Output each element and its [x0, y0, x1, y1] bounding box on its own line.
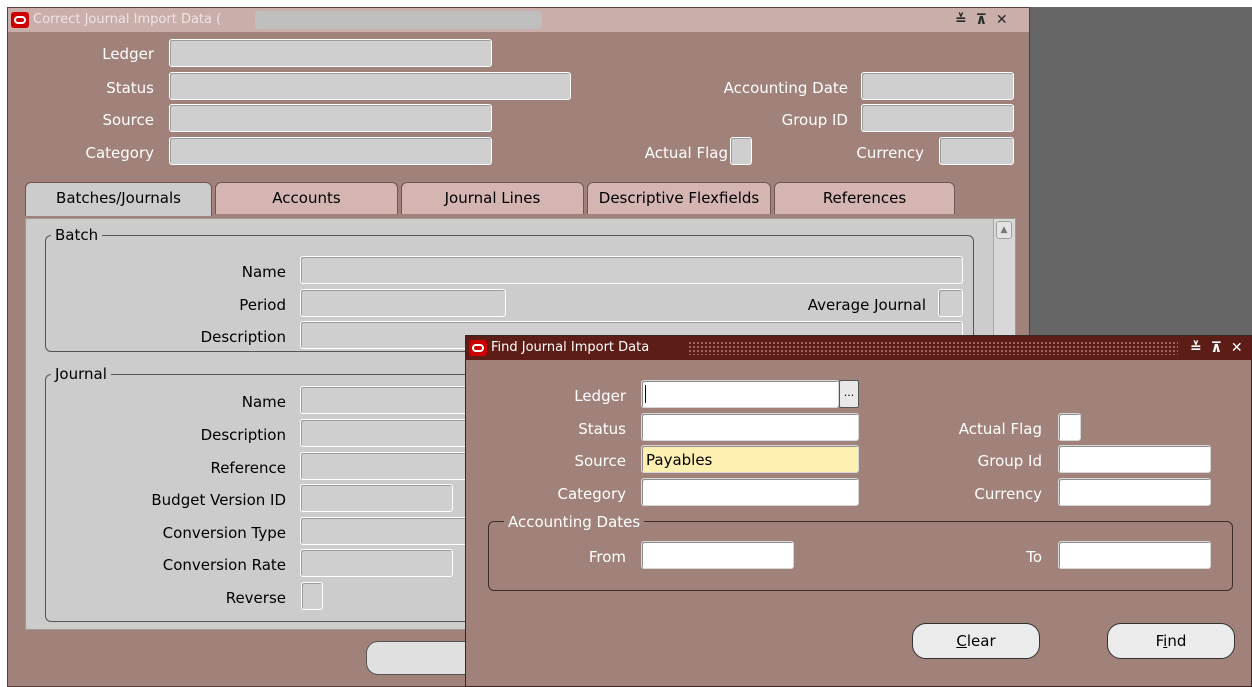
batch-name-label: Name [241, 263, 286, 281]
reverse-label: Reverse [225, 589, 286, 607]
find-ledger-field[interactable] [641, 380, 839, 408]
scroll-up-icon[interactable]: ▲ [996, 221, 1012, 239]
title-grip-pattern [688, 341, 1178, 355]
status-label: Status [106, 79, 154, 97]
find-button[interactable]: Find [1107, 623, 1235, 659]
group-id-label: Group ID [781, 111, 848, 129]
find-status-label: Status [578, 420, 626, 438]
main-window-controls[interactable]: ≚ ⊼ ✕ [955, 8, 1010, 32]
tab-journal-lines[interactable]: Journal Lines [401, 182, 584, 214]
find-currency-label: Currency [974, 485, 1042, 503]
batch-period-field[interactable] [300, 289, 506, 317]
average-journal-checkbox[interactable] [938, 289, 963, 317]
status-field[interactable] [169, 72, 571, 100]
oracle-logo-icon [469, 340, 487, 356]
currency-field[interactable] [939, 137, 1014, 165]
find-status-field[interactable] [641, 413, 859, 441]
batch-group-label: Batch [51, 226, 103, 244]
actual-flag-checkbox[interactable] [730, 137, 752, 165]
source-field[interactable] [169, 104, 492, 132]
find-category-field[interactable] [641, 478, 859, 506]
ledger-lov-button[interactable]: ... [839, 380, 859, 408]
find-source-field[interactable]: Payables [641, 445, 859, 473]
find-actual-flag-checkbox[interactable] [1058, 413, 1081, 441]
clear-button[interactable]: Clear [912, 623, 1040, 659]
category-label: Category [85, 144, 154, 162]
conversion-rate-field[interactable] [300, 549, 453, 577]
journal-reference-label: Reference [210, 459, 286, 477]
to-date-label: To [1026, 548, 1042, 566]
batch-period-label: Period [239, 296, 286, 314]
oracle-logo-icon [11, 12, 29, 28]
find-journal-import-dialog: Find Journal Import Data ≚ ⊼ ✕ Ledger ..… [465, 335, 1252, 687]
find-window-controls[interactable]: ≚ ⊼ ✕ [1190, 336, 1245, 360]
main-window-title: Correct Journal Import Data ( [33, 12, 222, 27]
find-group-id-field[interactable] [1058, 445, 1211, 473]
text-cursor [645, 385, 646, 403]
currency-label: Currency [856, 144, 924, 162]
accounting-date-field[interactable] [861, 72, 1014, 100]
journal-group-label: Journal [51, 365, 111, 383]
actual-flag-label: Actual Flag [644, 144, 728, 162]
tab-accounts[interactable]: Accounts [215, 182, 398, 214]
reverse-checkbox[interactable] [301, 582, 323, 610]
accounting-date-label: Accounting Date [723, 79, 848, 97]
title-redaction [255, 11, 542, 29]
average-journal-label: Average Journal [807, 296, 926, 314]
accounting-dates-label: Accounting Dates [504, 513, 645, 531]
find-ledger-label: Ledger [574, 387, 626, 405]
ledger-field[interactable] [169, 39, 492, 67]
conversion-type-label: Conversion Type [162, 524, 286, 542]
category-field[interactable] [169, 137, 492, 165]
journal-name-label: Name [241, 393, 286, 411]
find-group-id-label: Group Id [977, 452, 1042, 470]
find-dialog-title: Find Journal Import Data [491, 340, 650, 355]
tab-references[interactable]: References [774, 182, 955, 214]
find-category-label: Category [557, 485, 626, 503]
from-date-field[interactable] [641, 541, 794, 569]
ledger-label: Ledger [102, 45, 154, 63]
batch-name-field[interactable] [300, 256, 963, 284]
find-source-label: Source [574, 452, 626, 470]
find-actual-flag-label: Actual Flag [958, 420, 1042, 438]
journal-description-label: Description [200, 426, 286, 444]
budget-version-field[interactable] [300, 484, 453, 512]
batch-description-label: Description [200, 328, 286, 346]
group-id-field[interactable] [861, 104, 1014, 132]
budget-version-label: Budget Version ID [151, 491, 286, 509]
to-date-field[interactable] [1058, 541, 1211, 569]
source-label: Source [102, 111, 154, 129]
tab-batches-journals[interactable]: Batches/Journals [25, 182, 212, 216]
main-title-bar[interactable]: Correct Journal Import Data ( ≚ ⊼ ✕ [8, 8, 1029, 32]
find-title-bar[interactable]: Find Journal Import Data ≚ ⊼ ✕ [466, 336, 1251, 360]
tab-descriptive-flexfields[interactable]: Descriptive Flexfields [587, 182, 771, 214]
conversion-rate-label: Conversion Rate [162, 556, 286, 574]
find-currency-field[interactable] [1058, 478, 1211, 506]
from-date-label: From [588, 548, 626, 566]
